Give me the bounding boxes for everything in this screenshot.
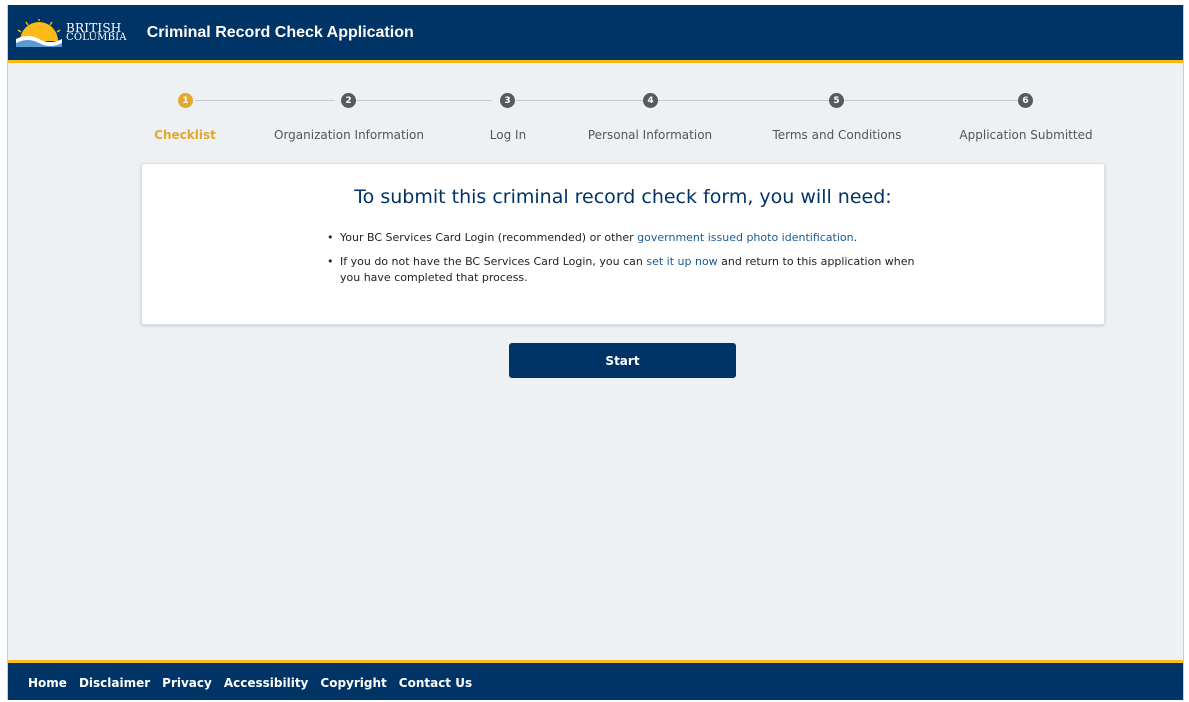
start-button[interactable]: Start	[509, 343, 736, 378]
footer-link-privacy[interactable]: Privacy	[162, 676, 212, 690]
list-item: If you do not have the BC Services Card …	[327, 254, 927, 286]
header-bar: BRITISH COLUMBIA Criminal Record Check A…	[8, 5, 1183, 63]
requirements-list: Your BC Services Card Login (recommended…	[327, 230, 927, 294]
step-5-label[interactable]: Terms and Conditions	[772, 128, 901, 142]
step-3-circle[interactable]: 3	[500, 93, 515, 108]
footer-link-disclaimer[interactable]: Disclaimer	[79, 676, 150, 690]
step-4-circle[interactable]: 4	[643, 93, 658, 108]
bc-sun-logo-icon	[16, 18, 62, 47]
requirements-card: To submit this criminal record check for…	[141, 163, 1105, 325]
list-item-text: If you do not have the BC Services Card …	[340, 255, 647, 268]
progress-stepper: 1 2 3 4 5 6 Checklist Organization Infor…	[8, 93, 1183, 143]
footer-link-home[interactable]: Home	[28, 676, 67, 690]
footer-link-contact-us[interactable]: Contact Us	[399, 676, 472, 690]
step-connector	[516, 100, 644, 101]
step-connector	[195, 100, 335, 101]
footer-bar: Home Disclaimer Privacy Accessibility Co…	[8, 660, 1183, 700]
step-2-label[interactable]: Organization Information	[274, 128, 424, 142]
step-connector	[844, 100, 1020, 101]
logo-line-columbia: COLUMBIA	[66, 31, 127, 43]
step-6-label[interactable]: Application Submitted	[959, 128, 1092, 142]
step-1-circle[interactable]: 1	[178, 93, 193, 108]
step-3-label[interactable]: Log In	[490, 128, 526, 142]
logo-wordmark: BRITISH COLUMBIA	[66, 20, 127, 43]
step-connector	[356, 100, 492, 101]
photo-id-link[interactable]: government issued photo identification	[637, 231, 853, 244]
bc-logo[interactable]: BRITISH COLUMBIA	[16, 5, 127, 60]
step-1-label[interactable]: Checklist	[154, 128, 216, 142]
app-title: Criminal Record Check Application	[146, 23, 414, 41]
list-item: Your BC Services Card Login (recommended…	[327, 230, 927, 246]
footer-link-copyright[interactable]: Copyright	[320, 676, 386, 690]
footer-link-accessibility[interactable]: Accessibility	[224, 676, 309, 690]
step-5-circle[interactable]: 5	[829, 93, 844, 108]
step-2-circle[interactable]: 2	[341, 93, 356, 108]
list-item-end: .	[853, 231, 858, 244]
logo-line-british: BRITISH	[66, 20, 122, 35]
app-window: BRITISH COLUMBIA Criminal Record Check A…	[7, 5, 1184, 700]
card-title: To submit this criminal record check for…	[354, 186, 892, 208]
step-connector	[658, 100, 830, 101]
step-6-circle[interactable]: 6	[1018, 93, 1033, 108]
setup-now-link[interactable]: set it up now	[646, 255, 717, 268]
list-item-text: Your BC Services Card Login (recommended…	[340, 231, 638, 244]
step-4-label[interactable]: Personal Information	[588, 128, 712, 142]
